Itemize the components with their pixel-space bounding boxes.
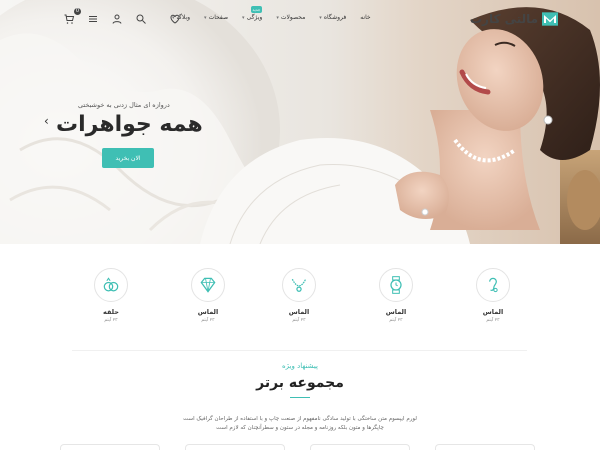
category-item[interactable]: الماس ۲۳ آیتم — [274, 268, 324, 323]
search-icon[interactable] — [134, 12, 148, 26]
rings-icon — [103, 277, 119, 292]
nav-label: محصولات — [280, 14, 306, 21]
category-count: ۲۳ آیتم — [104, 318, 118, 323]
hero-title: همه جواهرات — [56, 112, 203, 137]
site-header: 0 خانه فروشگاه ▾ محصولات ▾ جدید ویژگی ▾ … — [0, 0, 600, 40]
nav-item-blog[interactable]: وبلاگ ▾ — [172, 14, 190, 21]
user-icon[interactable] — [110, 12, 124, 26]
category-name: الماس — [197, 308, 219, 316]
chevron-down-icon: ▾ — [276, 14, 279, 21]
nav-item-products[interactable]: محصولات ▾ — [276, 14, 305, 21]
chevron-down-icon: ▾ — [319, 14, 322, 21]
category-name: حلقه — [103, 308, 119, 316]
special-offer-label: پیشنهاد ویژه — [282, 362, 318, 370]
header-icons: 0 — [62, 8, 182, 26]
category-strip: حلقه ۲۳ آیتم الماس ۲۳ آیتم الماس ۲۳ آیتم — [0, 268, 600, 338]
cart-icon[interactable]: 0 — [62, 8, 81, 26]
category-name: الماس — [288, 308, 310, 316]
logo-mark-icon — [542, 12, 559, 26]
product-card[interactable] — [60, 444, 160, 450]
nav-label: صفحات — [208, 14, 229, 21]
nav-label: خانه — [360, 14, 371, 21]
diamond-icon — [200, 277, 216, 293]
nav-item-features[interactable]: جدید ویژگی ▾ — [242, 6, 263, 21]
main-nav: خانه فروشگاه ▾ محصولات ▾ جدید ویژگی ▾ صف… — [172, 6, 371, 21]
hero-subtitle: دروازه ای مثال زدنی به خوشبختی — [78, 101, 170, 109]
category-item[interactable]: حلقه ۲۳ آیتم — [86, 268, 136, 323]
category-count: ۲۳ آیتم — [389, 318, 403, 323]
chevron-down-icon: ▾ — [242, 14, 245, 21]
necklace-icon — [291, 278, 307, 292]
category-count: ۲۳ آیتم — [486, 318, 500, 323]
product-card[interactable] — [185, 444, 285, 450]
watch-icon — [390, 276, 402, 294]
category-item[interactable]: الماس ۲۳ آیتم — [468, 268, 518, 323]
category-circle — [191, 268, 225, 302]
cart-count-badge: 0 — [73, 8, 81, 15]
category-count: ۲۳ آیتم — [201, 318, 215, 323]
nav-item-pages[interactable]: صفحات ▾ — [204, 14, 228, 21]
product-card[interactable] — [435, 444, 535, 450]
logo-text: مالتی کارت — [470, 12, 539, 26]
category-count: ۲۳ آیتم — [292, 318, 306, 323]
chevron-down-icon: ▾ — [172, 14, 175, 21]
new-badge: جدید — [250, 6, 263, 13]
category-item[interactable]: الماس ۲۳ آیتم — [371, 268, 421, 323]
hero-arrow-icon[interactable]: ‹ — [44, 114, 49, 128]
category-circle — [94, 268, 128, 302]
category-circle — [379, 268, 413, 302]
chevron-down-icon: ▾ — [204, 14, 207, 21]
category-circle — [476, 268, 510, 302]
nav-label: ویژگی — [246, 14, 263, 21]
earring-icon — [489, 277, 498, 293]
shop-now-button[interactable]: الان بخرید — [102, 148, 154, 168]
site-logo[interactable]: مالتی کارت — [470, 12, 559, 26]
category-item[interactable]: الماس ۲۳ آیتم — [183, 268, 233, 323]
product-card[interactable] — [310, 444, 410, 450]
category-name: الماس — [385, 308, 407, 316]
category-circle — [282, 268, 316, 302]
title-underline — [290, 397, 310, 398]
category-name: الماس — [482, 308, 504, 316]
nav-item-shop[interactable]: فروشگاه ▾ — [319, 14, 346, 21]
section-title: مجموعه برتر — [256, 375, 344, 391]
section-description: لورم ایپسوم متن ساختگی با تولید سادگی نا… — [183, 416, 417, 431]
section-divider — [72, 350, 527, 351]
bars-icon[interactable] — [86, 12, 100, 26]
nav-label: وبلاگ — [176, 14, 191, 21]
nav-item-home[interactable]: خانه — [360, 14, 370, 21]
nav-label: فروشگاه — [323, 14, 347, 21]
